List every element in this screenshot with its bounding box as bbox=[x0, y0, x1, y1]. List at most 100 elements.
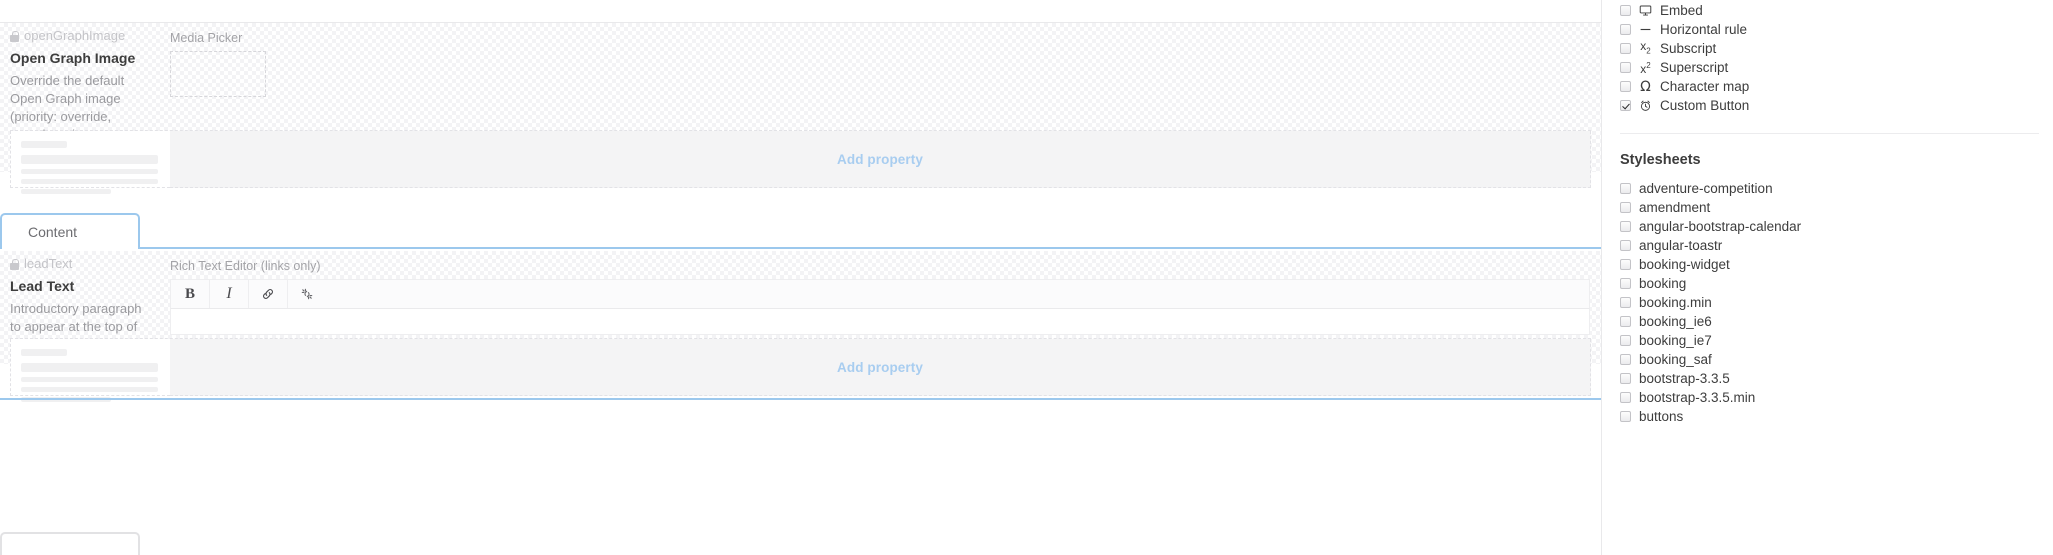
stylesheet-item[interactable]: angular-toastr bbox=[1602, 236, 2053, 255]
checkbox[interactable] bbox=[1620, 81, 1631, 92]
stylesheet-label: buttons bbox=[1639, 409, 1684, 424]
toolbar-plugin-label: Subscript bbox=[1660, 41, 1717, 56]
skeleton-bar bbox=[21, 349, 67, 356]
checkbox[interactable] bbox=[1620, 316, 1631, 327]
checkbox[interactable] bbox=[1620, 335, 1631, 346]
property-alias: leadText bbox=[10, 257, 142, 271]
stylesheet-item[interactable]: booking_ie6 bbox=[1602, 312, 2053, 331]
checkbox[interactable] bbox=[1620, 183, 1631, 194]
toolbar-plugin-label: Superscript bbox=[1660, 60, 1729, 75]
subscript-icon: x2 bbox=[1640, 39, 1651, 56]
toolbar-plugin-label: Embed bbox=[1660, 3, 1703, 18]
tab-next-partial[interactable] bbox=[0, 532, 140, 555]
stylesheet-item[interactable]: amendment bbox=[1602, 198, 2053, 217]
checkbox[interactable] bbox=[1620, 297, 1631, 308]
tab-strip-content: Content bbox=[0, 212, 1601, 249]
skeleton-bar bbox=[21, 179, 158, 184]
stylesheet-item[interactable]: adventure-competition bbox=[1602, 179, 2053, 198]
checkbox[interactable] bbox=[1620, 240, 1631, 251]
stylesheet-label: adventure-competition bbox=[1639, 181, 1773, 196]
skeleton-bar bbox=[21, 155, 158, 164]
skeleton-bar bbox=[21, 377, 158, 382]
toolbar-plugin-item[interactable]: Horizontal rule bbox=[1602, 20, 2053, 39]
alarm-clock-icon bbox=[1638, 99, 1653, 112]
add-property-link[interactable]: Add property bbox=[837, 360, 923, 375]
checkbox[interactable] bbox=[1620, 392, 1631, 403]
add-property-dropzone-1[interactable]: Add property bbox=[170, 131, 1591, 188]
superscript-icon: x2 bbox=[1640, 61, 1651, 76]
monitor-icon bbox=[1638, 4, 1653, 17]
rte-settings-pane: Embed Horizontal rule x2 Subscript x2 Supersc… bbox=[1601, 0, 2053, 555]
stylesheet-item[interactable]: buttons bbox=[1602, 407, 2053, 426]
stylesheet-label: booking bbox=[1639, 276, 1687, 291]
checkbox[interactable] bbox=[1620, 5, 1631, 16]
toolbar-plugin-item[interactable]: x2 Superscript bbox=[1602, 58, 2053, 77]
skeleton-bar bbox=[21, 189, 112, 194]
checkbox[interactable] bbox=[1620, 202, 1631, 213]
stylesheet-label: booking_saf bbox=[1639, 352, 1712, 367]
editor-kind-label: Media Picker bbox=[170, 31, 243, 45]
stylesheet-item[interactable]: booking-widget bbox=[1602, 255, 2053, 274]
checkbox[interactable] bbox=[1620, 221, 1631, 232]
stylesheet-label: booking.min bbox=[1639, 295, 1712, 310]
checkbox[interactable] bbox=[1620, 278, 1631, 289]
group-bottom-divider bbox=[0, 398, 1601, 400]
rte-content-area[interactable] bbox=[170, 309, 1590, 335]
add-property-strip-2: Add property bbox=[10, 338, 1591, 402]
checkbox[interactable] bbox=[1620, 411, 1631, 422]
stylesheet-item[interactable]: booking.min bbox=[1602, 293, 2053, 312]
checkbox[interactable] bbox=[1620, 62, 1631, 73]
tab-content-label: Content bbox=[28, 224, 78, 240]
add-property-strip-1: Add property bbox=[10, 130, 1591, 194]
stylesheet-item[interactable]: angular-bootstrap-calendar bbox=[1602, 217, 2053, 236]
bold-icon[interactable]: B bbox=[171, 280, 210, 308]
stylesheet-item[interactable]: bootstrap-3.3.5 bbox=[1602, 369, 2053, 388]
stylesheet-item[interactable]: booking_ie7 bbox=[1602, 331, 2053, 350]
property-editor-pane: openGraphImage Open Graph Image Override… bbox=[0, 0, 1601, 555]
checkbox[interactable] bbox=[1620, 100, 1631, 111]
skeleton-label-column bbox=[10, 131, 170, 194]
property-title: Lead Text bbox=[10, 278, 75, 294]
stylesheet-item[interactable]: booking_saf bbox=[1602, 350, 2053, 369]
skeleton-bar bbox=[21, 169, 158, 174]
skeleton-bar bbox=[21, 363, 158, 372]
toolbar-plugin-item[interactable]: Ω Character map bbox=[1602, 77, 2053, 96]
checkbox[interactable] bbox=[1620, 259, 1631, 270]
lock-icon bbox=[10, 258, 19, 270]
stylesheet-label: booking-widget bbox=[1639, 257, 1730, 272]
stylesheet-label: bootstrap-3.3.5 bbox=[1639, 371, 1730, 386]
skeleton-label-column bbox=[10, 339, 170, 402]
add-property-dropzone-2[interactable]: Add property bbox=[170, 339, 1591, 396]
toolbar-plugin-item[interactable]: Custom Button bbox=[1602, 96, 2053, 115]
stylesheet-label: angular-bootstrap-calendar bbox=[1639, 219, 1802, 234]
stylesheet-label: booking_ie6 bbox=[1639, 314, 1712, 329]
unlink-icon[interactable] bbox=[288, 280, 326, 308]
checkbox[interactable] bbox=[1620, 373, 1631, 384]
lock-icon bbox=[10, 30, 19, 42]
tab-content[interactable]: Content bbox=[0, 213, 140, 249]
toolbar-plugin-label: Horizontal rule bbox=[1660, 22, 1748, 37]
stylesheet-item[interactable]: bootstrap-3.3.5.min bbox=[1602, 388, 2053, 407]
checkbox[interactable] bbox=[1620, 354, 1631, 365]
app-root: openGraphImage Open Graph Image Override… bbox=[0, 0, 2053, 555]
stylesheet-item[interactable]: booking bbox=[1602, 274, 2053, 293]
property-alias: openGraphImage bbox=[10, 29, 142, 43]
media-dropzone[interactable] bbox=[170, 51, 266, 97]
property-alias-label: openGraphImage bbox=[24, 28, 126, 43]
checkbox[interactable] bbox=[1620, 43, 1631, 54]
stylesheets-heading: Stylesheets bbox=[1620, 152, 1701, 168]
checkbox[interactable] bbox=[1620, 24, 1631, 35]
toolbar-plugin-item[interactable]: Embed bbox=[1602, 1, 2053, 20]
horizontal-rule-icon bbox=[1638, 23, 1653, 36]
toolbar-plugin-label: Custom Button bbox=[1660, 98, 1750, 113]
link-icon[interactable] bbox=[249, 280, 288, 308]
toolbar-plugin-label: Character map bbox=[1660, 79, 1750, 94]
toolbar-plugin-item[interactable]: x2 Subscript bbox=[1602, 39, 2053, 58]
rich-text-editor: B I bbox=[170, 279, 1601, 335]
italic-icon[interactable]: I bbox=[210, 280, 249, 308]
rte-toolbar: B I bbox=[170, 279, 1590, 309]
add-property-link[interactable]: Add property bbox=[837, 152, 923, 167]
toolbar-plugin-list: Embed Horizontal rule x2 Subscript x2 Supersc… bbox=[1602, 1, 2053, 115]
property-alias-label: leadText bbox=[24, 256, 73, 271]
tab-underline bbox=[0, 247, 1601, 249]
